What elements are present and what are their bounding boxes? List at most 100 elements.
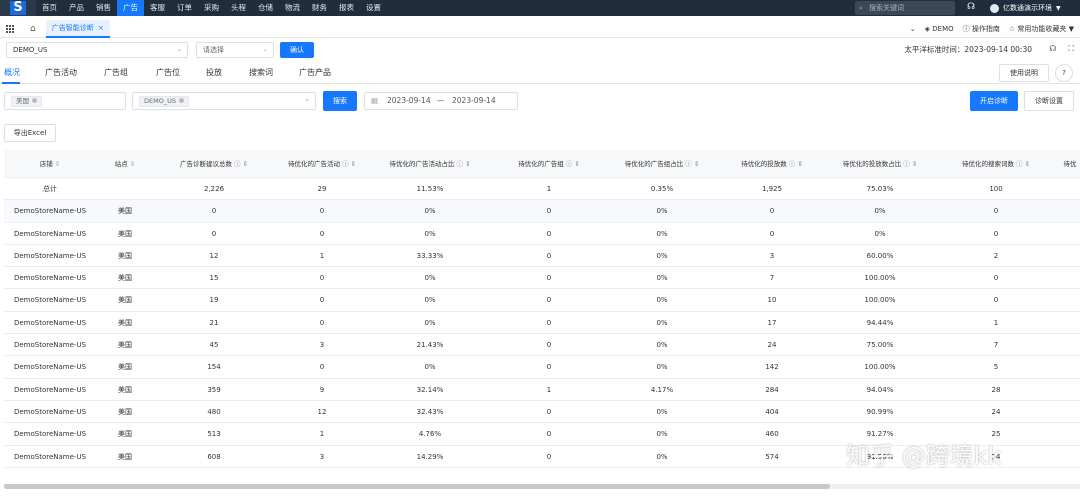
info-sort-icon[interactable]: ⓘ ⇕ bbox=[232, 160, 248, 168]
info-sort-icon[interactable]: ⓘ ⇕ bbox=[901, 160, 917, 168]
close-icon[interactable]: × bbox=[98, 24, 104, 32]
table-cell: 0 bbox=[319, 274, 325, 283]
diagnosis-settings-button[interactable]: 诊断设置 bbox=[1024, 91, 1074, 111]
store-multi-select[interactable]: DEMO_US ⌄ bbox=[132, 92, 316, 110]
info-sort-icon[interactable]: ⓘ ⇕ bbox=[340, 160, 356, 168]
nav-item[interactable]: 销售 bbox=[90, 0, 117, 16]
column-header[interactable]: 待优化的广告组 ⓘ ⇕ bbox=[518, 150, 580, 178]
nav-item[interactable]: 产品 bbox=[63, 0, 90, 16]
info-sort-icon[interactable]: ⓘ ⇕ bbox=[787, 160, 803, 168]
site-select[interactable]: 美国 bbox=[4, 92, 126, 110]
table-row[interactable]: DemoStoreName-US 美国 12 1 33.33% 0 0% 3 60.00% 2 bbox=[4, 245, 1080, 268]
scrollbar-thumb[interactable] bbox=[4, 484, 830, 489]
table-row[interactable]: 总计 2,226 29 11.53% 1 0.35% 1,925 75.03% 100 bbox=[4, 178, 1080, 201]
tabs-dropdown-icon[interactable]: ⌄ bbox=[910, 25, 916, 33]
table-cell: 0 bbox=[546, 318, 552, 327]
store-tag[interactable]: DEMO_US bbox=[139, 96, 189, 107]
table-cell: 100.00% bbox=[864, 296, 896, 305]
nav-item[interactable]: 采购 bbox=[198, 0, 225, 16]
column-header[interactable]: 站点 ⇕ bbox=[115, 150, 136, 178]
export-excel-button[interactable]: 导出Excel bbox=[4, 124, 56, 142]
nav-item[interactable]: 客服 bbox=[144, 0, 171, 16]
column-header[interactable]: 待优化的广告组占比 ⓘ ⇕ bbox=[625, 150, 700, 178]
table-row[interactable]: DemoStoreName-US 美国 0 0 0% 0 0% 0 0% 0 bbox=[4, 223, 1080, 245]
nav-item[interactable]: 头程 bbox=[225, 0, 252, 16]
table-cell: 美国 bbox=[118, 274, 132, 283]
table-row[interactable]: DemoStoreName-US 美国 19 0 0% 0 0% 10 100.00% 0 bbox=[4, 289, 1080, 312]
start-diagnosis-button[interactable]: 开启诊断 bbox=[970, 91, 1018, 111]
table-cell: 0% bbox=[424, 296, 436, 305]
tag-close-icon[interactable] bbox=[178, 98, 184, 103]
subtab-item[interactable]: 广告产品 bbox=[299, 67, 331, 78]
home-icon[interactable]: ⌂ bbox=[30, 24, 36, 34]
global-search-input[interactable]: ⌕ 搜索关键词 bbox=[855, 1, 955, 15]
column-header[interactable]: 待优 bbox=[1064, 150, 1077, 178]
store-select[interactable]: DEMO_US ⌄ bbox=[6, 42, 188, 58]
table-cell: DemoStoreName-US bbox=[13, 251, 87, 260]
nav-menu: 首页 产品 销售 广告 客服 订单 采购 头程 仓储 物流 财务 报表 设置 bbox=[36, 0, 387, 16]
nav-item[interactable]: 订单 bbox=[171, 0, 198, 16]
nav-item[interactable]: 首页 bbox=[36, 0, 63, 16]
column-header[interactable]: 待优化的投放数占比 ⓘ ⇕ bbox=[843, 150, 918, 178]
subtab-item[interactable]: 广告位 bbox=[156, 67, 180, 78]
table-row[interactable]: DemoStoreName-US 美国 15 0 0% 0 0% 7 100.00% 0 bbox=[4, 267, 1080, 290]
column-header[interactable]: 待优化的投放数 ⓘ ⇕ bbox=[741, 150, 803, 178]
table-row[interactable]: DemoStoreName-US 美国 21 0 0% 0 0% 17 94.44% 1 bbox=[4, 312, 1080, 335]
column-header[interactable]: 待优化的广告活动占比 ⓘ ⇕ bbox=[389, 150, 470, 178]
site-tag[interactable]: 美国 bbox=[11, 96, 42, 107]
apps-grid-icon[interactable] bbox=[6, 24, 14, 33]
headset-icon[interactable]: ☊ bbox=[967, 2, 975, 12]
app-logo[interactable]: S bbox=[0, 0, 36, 16]
caret-down-icon: ▼ bbox=[1068, 25, 1074, 33]
question-icon[interactable]: ? bbox=[1055, 64, 1073, 82]
confirm-button[interactable]: 确认 bbox=[280, 42, 314, 58]
info-sort-icon[interactable]: ⓘ ⇕ bbox=[564, 160, 580, 168]
tag-close-icon[interactable] bbox=[32, 98, 37, 103]
nav-item[interactable]: 设置 bbox=[360, 0, 387, 16]
nav-item[interactable]: 物流 bbox=[279, 0, 306, 16]
column-header[interactable]: 待优化的搜索词数 ⓘ ⇕ bbox=[962, 150, 1030, 178]
info-sort-icon[interactable]: ⓘ ⇕ bbox=[1014, 160, 1030, 168]
table-cell: 0% bbox=[656, 363, 668, 372]
nav-item[interactable]: 仓储 bbox=[252, 0, 279, 16]
nav-item[interactable]: 报表 bbox=[333, 0, 360, 16]
subtab-item[interactable]: 概况 bbox=[4, 67, 20, 78]
subtab-item[interactable]: 搜索词 bbox=[249, 67, 273, 78]
nav-item[interactable]: 广告 bbox=[117, 0, 144, 16]
secondary-select[interactable]: 请选择 ⌄ bbox=[196, 42, 274, 58]
table-cell: 480 bbox=[207, 407, 221, 416]
sort-icon[interactable]: ⇕ bbox=[53, 160, 60, 168]
demo-link[interactable]: ◈ DEMO bbox=[925, 25, 954, 33]
nav-item[interactable]: 财务 bbox=[306, 0, 333, 16]
table-cell: 9 bbox=[319, 385, 325, 394]
info-sort-icon[interactable]: ⓘ ⇕ bbox=[683, 160, 699, 168]
table-row[interactable]: DemoStoreName-US 美国 45 3 21.43% 0 0% 24 75.00% 7 bbox=[4, 334, 1080, 357]
search-button[interactable]: 搜索 bbox=[323, 91, 357, 111]
info-sort-icon[interactable]: ⓘ ⇕ bbox=[454, 160, 471, 168]
table-row[interactable]: DemoStoreName-US 美国 154 0 0% 0 0% 142 100.00% 5 bbox=[4, 356, 1080, 379]
user-menu[interactable]: 亿数通演示环境 ▼ bbox=[990, 0, 1061, 16]
headset-icon[interactable]: ☊ bbox=[1049, 44, 1056, 54]
favorites-menu[interactable]: ☆ 常用功能收藏夹 ▼ bbox=[1009, 24, 1074, 34]
subtab-item[interactable]: 投放 bbox=[206, 67, 222, 78]
date-range-picker[interactable]: ▦ 2023-09-14 — 2023-09-14 bbox=[364, 92, 518, 110]
table-row[interactable]: DemoStoreName-US 美国 0 0 0% 0 0% 0 0% 0 bbox=[4, 200, 1080, 223]
table-row[interactable]: DemoStoreName-US 美国 480 12 32.43% 0 0% 404 90.99… bbox=[4, 401, 1080, 424]
column-header[interactable]: 店铺 ⇕ bbox=[40, 150, 61, 178]
guide-link[interactable]: ⓘ 操作指南 bbox=[963, 24, 1000, 34]
column-header[interactable]: 待优化的广告活动 ⓘ ⇕ bbox=[288, 150, 356, 178]
usage-guide-button[interactable]: 使用说明 bbox=[999, 64, 1049, 82]
table-row[interactable]: DemoStoreName-US 美国 359 9 32.14% 1 4.17% 284 94.… bbox=[4, 379, 1080, 401]
column-header[interactable]: 广告诊断建议总数 ⓘ ⇕ bbox=[180, 150, 248, 178]
horizontal-scrollbar[interactable] bbox=[4, 484, 1080, 489]
tab-ad-diagnosis[interactable]: 广告智能诊断 × bbox=[45, 19, 110, 38]
subtab-item[interactable]: 广告活动 bbox=[45, 67, 77, 78]
table-cell: 15 bbox=[209, 274, 219, 283]
table-cell: 75.03% bbox=[866, 185, 894, 193]
table-cell: 美国 bbox=[118, 229, 132, 238]
sort-icon[interactable]: ⇕ bbox=[128, 160, 135, 168]
table-cell: 0% bbox=[656, 341, 668, 350]
subtab-item[interactable]: 广告组 bbox=[104, 67, 128, 78]
fullscreen-icon[interactable]: ⛶ bbox=[1068, 44, 1074, 54]
table-cell: 94.04% bbox=[866, 385, 894, 394]
